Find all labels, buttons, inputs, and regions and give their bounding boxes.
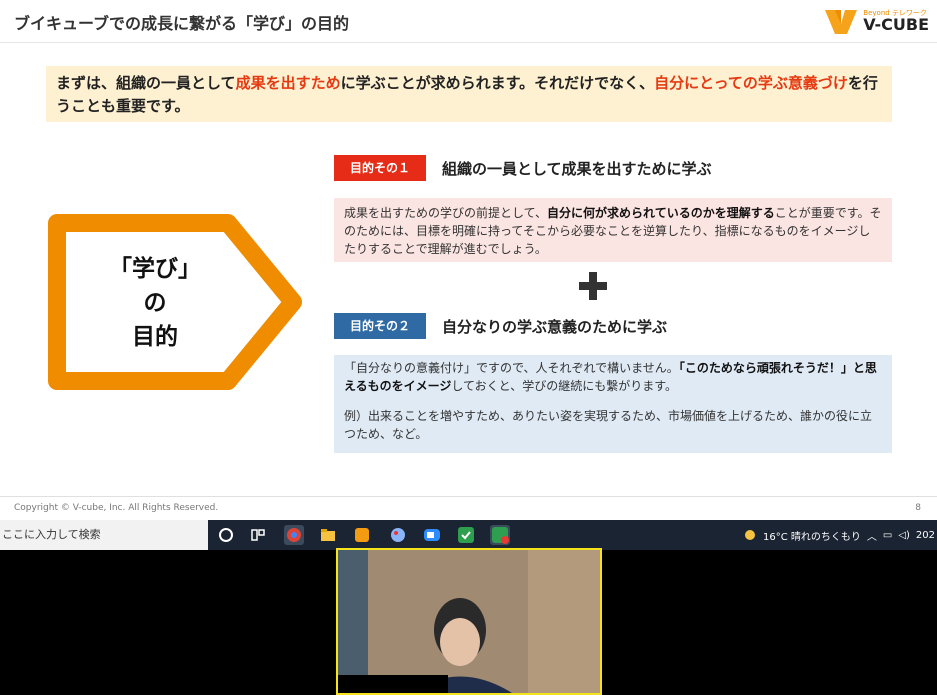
arrow-label-line: 目的: [132, 324, 178, 350]
system-tray: 16°C 晴れのちくもり ︿ ▭ ◁) 202: [743, 520, 937, 550]
paint-icon[interactable]: [388, 525, 408, 545]
app-icon[interactable]: [352, 525, 372, 545]
footer-copyright: Copyright © V-cube, Inc. All Rights Rese…: [14, 503, 219, 513]
intro-box: まずは、組織の一員として成果を出すために学ぶことが求められます。それだけでなく、…: [46, 66, 892, 122]
purpose2-badge: 目的その２: [334, 313, 426, 339]
intro-text: に学ぶことが求められます。それだけでなく、: [340, 74, 655, 92]
task-view-icon[interactable]: [248, 525, 268, 545]
weather-sun-icon: [744, 530, 755, 540]
vcube-logo-icon: [825, 10, 858, 34]
slide-header: ブイキューブでの成長に繋がる「学び」の目的 Beyond テレワーク V-CUB…: [0, 0, 937, 43]
slide: ブイキューブでの成長に繋がる「学び」の目的 Beyond テレワーク V-CUB…: [0, 0, 937, 520]
purpose1-heading: 組織の一員として成果を出すために学ぶ: [442, 160, 712, 178]
purpose1-bold: 自分に何が求められているのかを理解する: [547, 206, 775, 220]
purpose2-box: 「自分なりの意義付け」ですので、人それぞれで構いません。「このためなら頑張れそう…: [334, 355, 892, 453]
purpose2-text: しておくと、学びの継続にも繋がります。: [451, 379, 678, 393]
chevron-up-icon[interactable]: ︿: [867, 528, 877, 543]
purpose1-box: 成果を出すための学びの前提として、自分に何が求められているのかを理解することが重…: [334, 198, 892, 262]
windows-taskbar: ここに入力して検索 16°C 晴れのちくもり ︿ ▭ ◁) 202: [0, 520, 937, 550]
purpose1-text: 成果を出すための学びの前提として、: [344, 206, 548, 220]
arrow-label-line: の: [143, 290, 167, 316]
chrome-icon[interactable]: [284, 525, 304, 545]
webcam-video-tile[interactable]: [336, 548, 602, 695]
plus-icon: [579, 272, 607, 300]
footer-divider: [0, 496, 937, 497]
vcube-app-icon[interactable]: [456, 525, 476, 545]
clock-text[interactable]: 202: [916, 530, 935, 541]
volume-icon[interactable]: ◁): [898, 530, 910, 541]
purpose2-text: 「自分なりの意義付け」ですので、人それぞれで構いません。: [344, 361, 679, 375]
arrow-label-line: 「学び」: [109, 256, 201, 282]
file-explorer-icon[interactable]: [318, 525, 338, 545]
slide-title: ブイキューブでの成長に繋がる「学び」の目的: [14, 14, 350, 33]
cortana-icon[interactable]: [216, 525, 236, 545]
weather-text[interactable]: 16°C 晴れのちくもり: [763, 528, 861, 543]
intro-text: まずは、組織の一員として: [56, 74, 236, 92]
intro-highlight: 成果を出すため: [235, 74, 341, 92]
vcube-logo: Beyond テレワーク V-CUBE: [823, 6, 929, 36]
purpose2-example: 例）出来ることを増やすため、ありたい姿を実現するため、市場価値を上げるため、誰か…: [344, 409, 873, 441]
purpose1-badge: 目的その１: [334, 155, 426, 181]
page-number: 8: [915, 503, 921, 513]
vcube-meeting-icon[interactable]: [490, 525, 510, 545]
arrow-label: 「学び」 の 目的: [100, 252, 210, 354]
purpose2-heading: 自分なりの学ぶ意義のために学ぶ: [442, 318, 668, 336]
intro-highlight: 自分にとっての学ぶ意義づけ: [654, 74, 848, 92]
zoom-icon[interactable]: [422, 525, 442, 545]
logo-brand: V-CUBE: [863, 14, 929, 34]
taskbar-search-input[interactable]: ここに入力して検索: [0, 520, 208, 550]
network-icon[interactable]: ▭: [883, 530, 892, 541]
participant-video-icon: [338, 550, 600, 693]
